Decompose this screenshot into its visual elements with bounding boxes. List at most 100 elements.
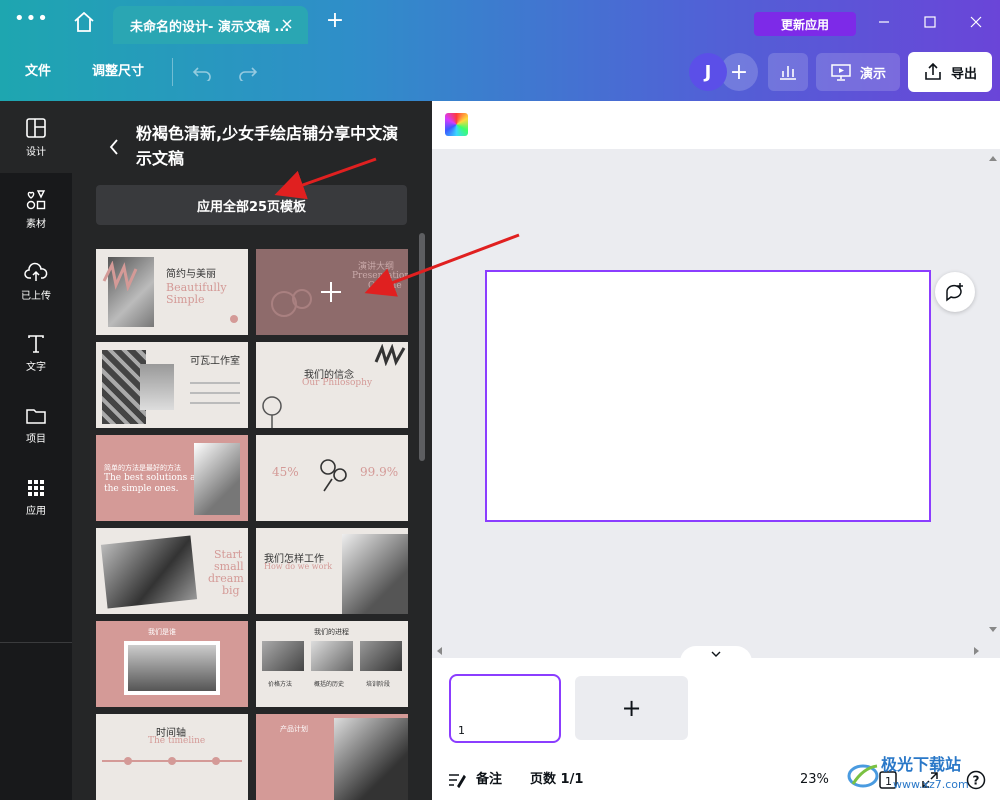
thumbnail-text: 99.9%	[360, 465, 399, 479]
photo-placeholder	[100, 535, 198, 609]
panel-scrollbar[interactable]	[419, 233, 425, 461]
resize-button[interactable]: 调整尺寸	[92, 61, 144, 83]
thumbnail-text: Simple	[166, 293, 205, 306]
side-rail: 设计 素材 已上传 文字 项目 应用	[0, 101, 72, 800]
zoom-level[interactable]: 23%	[800, 770, 829, 790]
template-title: 粉褐色清新,少女手绘店铺分享中文演示文稿	[136, 124, 399, 168]
update-app-button[interactable]: 更新应用	[754, 12, 856, 36]
template-thumbnail[interactable]: 产品计划	[256, 714, 408, 800]
thumbnail-text: How do we work	[264, 562, 333, 571]
photo-placeholder	[334, 718, 408, 800]
thumbnail-text: Outline	[368, 281, 402, 291]
tab-design[interactable]: 未命名的设计- 演示文稿 ...	[113, 6, 308, 44]
home-icon[interactable]	[68, 8, 100, 36]
present-button[interactable]: 演示	[816, 53, 900, 91]
page-count[interactable]: 页数 1/1	[530, 770, 583, 790]
thumbnail-text: 可瓦工作室	[190, 356, 240, 367]
undo-icon[interactable]	[189, 60, 215, 86]
floral-decoration	[320, 459, 347, 492]
back-chevron-icon[interactable]	[104, 137, 124, 157]
template-thumbnail-hovered[interactable]: 演讲大纲 Presentation Outline	[256, 249, 408, 335]
template-thumbnail[interactable]: 可瓦工作室	[96, 342, 248, 428]
rail-divider	[0, 642, 72, 643]
canvas-vertical-scrollbar[interactable]	[986, 149, 1000, 644]
rail-item-uploads[interactable]: 已上传	[0, 245, 72, 317]
rail-label: 设计	[26, 146, 46, 158]
thumbnail-text: Our Philosophy	[302, 378, 373, 388]
rail-item-apps[interactable]: 应用	[0, 461, 72, 533]
close-window-icon[interactable]	[962, 8, 990, 36]
minimize-icon[interactable]	[870, 8, 898, 36]
add-page-button[interactable]: +	[575, 676, 688, 740]
apply-all-pages-button[interactable]: 应用全部25页模板	[96, 185, 407, 225]
template-thumbnail[interactable]: 简约与美丽 Beautifully Simple	[96, 249, 248, 335]
upload-cloud-icon	[24, 262, 48, 281]
template-thumbnail[interactable]: 45% 99.9%	[256, 435, 408, 521]
photo-placeholder	[311, 641, 353, 671]
timeline-dot	[124, 757, 132, 765]
rail-label: 项目	[26, 433, 46, 445]
svg-text:极光下载站: 极光下载站	[881, 755, 961, 774]
text-line-placeholder	[190, 382, 240, 384]
photo-placeholder	[262, 641, 304, 671]
notes-button[interactable]: 备注	[476, 770, 502, 790]
maximize-icon[interactable]	[916, 8, 944, 36]
scribble-decoration	[102, 261, 138, 291]
new-tab-icon[interactable]: +	[322, 9, 348, 35]
insights-chart-icon[interactable]	[768, 53, 808, 91]
rail-label: 已上传	[21, 290, 51, 302]
close-tab-icon[interactable]	[278, 15, 296, 33]
thumbnail-text: The best solutions are	[104, 473, 206, 483]
rail-item-projects[interactable]: 项目	[0, 389, 72, 461]
rail-item-elements[interactable]: 素材	[0, 173, 72, 245]
add-icon[interactable]	[320, 281, 342, 303]
dot-decoration	[230, 315, 238, 323]
color-picker-icon[interactable]	[445, 113, 468, 136]
site-watermark-logo: 极光下载站 www.xz7.com	[845, 748, 995, 798]
present-label: 演示	[859, 66, 886, 82]
scribble-decoration	[374, 344, 406, 366]
rail-label: 应用	[26, 505, 46, 517]
timeline-dot	[212, 757, 220, 765]
export-label: 导出	[950, 66, 977, 82]
text-line-placeholder	[190, 392, 240, 394]
photo-placeholder	[140, 364, 174, 410]
rail-item-design[interactable]: 设计	[0, 101, 72, 173]
thumbnail-text: 培训阶段	[366, 681, 391, 688]
present-icon	[831, 64, 851, 81]
thumbnail-text: 我们是谁	[148, 628, 176, 636]
template-thumbnail[interactable]: 我们的进程 价格方法 概括的历史 培训阶段	[256, 621, 408, 707]
apps-grid-icon	[28, 479, 44, 496]
template-thumbnail[interactable]: 时间轴 The timeline	[96, 714, 248, 800]
context-toolbar	[432, 101, 1000, 149]
thumbnail-text: 产品计划	[280, 725, 308, 733]
template-thumbnail[interactable]: 我们是谁	[96, 621, 248, 707]
photo-placeholder	[360, 641, 402, 671]
export-button[interactable]: 导出	[908, 52, 992, 92]
rail-label: 素材	[26, 218, 46, 230]
toolbar-divider	[172, 58, 173, 86]
template-thumbnail[interactable]: 我们的信念 Our Philosophy	[256, 342, 408, 428]
template-thumbnail[interactable]: Start small dream big	[96, 528, 248, 614]
timeline-dot	[168, 757, 176, 765]
thumbnail-text: 简单的方法是最好的方法	[104, 464, 181, 472]
notes-icon[interactable]	[447, 770, 467, 790]
template-thumbnail[interactable]: 我们怎样工作 How do we work	[256, 528, 408, 614]
thumbnail-text: 45%	[272, 465, 299, 479]
svg-text:www.xz7.com: www.xz7.com	[893, 778, 969, 791]
rail-label: 文字	[26, 361, 46, 373]
photo-placeholder	[342, 534, 408, 614]
template-thumbnail[interactable]: 简单的方法是最好的方法 The best solutions are the s…	[96, 435, 248, 521]
photo-frame	[124, 641, 220, 695]
rail-item-text[interactable]: 文字	[0, 317, 72, 389]
user-avatar[interactable]: J	[689, 53, 727, 91]
file-menu-button[interactable]: 文件	[25, 61, 51, 83]
add-comment-icon[interactable]	[935, 272, 975, 312]
thumbnail-text: The timeline	[148, 736, 206, 746]
more-menu-icon[interactable]: •••	[14, 10, 48, 34]
photo-placeholder	[194, 443, 240, 515]
page-thumbnail[interactable]: 1	[449, 674, 561, 743]
redo-icon[interactable]	[235, 60, 261, 86]
slide-page[interactable]	[485, 270, 931, 522]
shapes-icon	[26, 189, 46, 209]
